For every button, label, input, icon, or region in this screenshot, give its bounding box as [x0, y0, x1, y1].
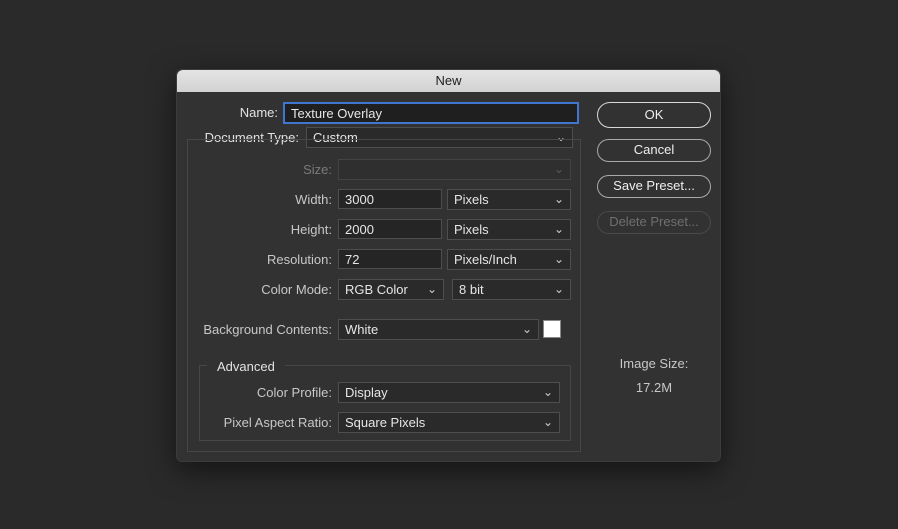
chevron-down-icon: ⌄: [542, 415, 553, 429]
color-profile-value: Display: [345, 385, 388, 400]
image-size-value: 17.2M: [635, 380, 673, 395]
color-mode-value: RGB Color: [345, 282, 408, 297]
height-unit-value: Pixels: [454, 222, 489, 237]
chevron-down-icon: ⌄: [553, 282, 564, 296]
background-contents-select[interactable]: White ⌄: [338, 319, 539, 340]
name-input[interactable]: [283, 102, 579, 124]
height-input[interactable]: [338, 219, 442, 239]
resolution-input[interactable]: [338, 249, 442, 269]
height-unit-select[interactable]: Pixels ⌄: [447, 219, 571, 240]
dialog-title: New: [177, 70, 720, 92]
bit-depth-select[interactable]: 8 bit ⌄: [452, 279, 571, 300]
pixel-aspect-ratio-value: Square Pixels: [345, 415, 426, 430]
resolution-label: Resolution:: [266, 252, 332, 267]
width-unit-value: Pixels: [454, 192, 489, 207]
color-profile-label: Color Profile:: [256, 385, 332, 400]
ok-button[interactable]: OK: [597, 102, 711, 128]
pixel-aspect-ratio-label: Pixel Aspect Ratio:: [223, 415, 332, 430]
chevron-down-icon: ⌄: [542, 385, 553, 399]
chevron-down-icon: ⌄: [553, 222, 564, 236]
width-input[interactable]: [338, 189, 442, 209]
color-mode-label: Color Mode:: [261, 282, 332, 297]
bit-depth-value: 8 bit: [459, 282, 484, 297]
new-document-dialog: New Name: Document Type: Custom ⌄ Size: …: [176, 69, 721, 462]
height-label: Height:: [290, 222, 332, 237]
color-mode-select[interactable]: RGB Color ⌄: [338, 279, 444, 300]
name-label: Name:: [239, 105, 278, 120]
save-preset-button[interactable]: Save Preset...: [597, 175, 711, 198]
chevron-down-icon: ⌄: [553, 162, 564, 176]
color-profile-select[interactable]: Display ⌄: [338, 382, 560, 403]
image-size-label: Image Size:: [619, 356, 689, 371]
chevron-down-icon: ⌄: [553, 252, 564, 266]
resolution-unit-select[interactable]: Pixels/Inch ⌄: [447, 249, 571, 270]
width-label: Width:: [295, 192, 332, 207]
pixel-aspect-ratio-select[interactable]: Square Pixels ⌄: [338, 412, 560, 433]
size-select: ⌄: [338, 159, 571, 180]
chevron-down-icon: ⌄: [426, 282, 437, 296]
width-unit-select[interactable]: Pixels ⌄: [447, 189, 571, 210]
cancel-button[interactable]: Cancel: [597, 139, 711, 162]
delete-preset-button: Delete Preset...: [597, 211, 711, 234]
background-contents-value: White: [345, 322, 379, 337]
advanced-label: Advanced: [207, 359, 285, 374]
background-contents-label: Background Contents:: [203, 322, 332, 337]
chevron-down-icon: ⌄: [521, 322, 532, 336]
background-color-swatch[interactable]: [543, 320, 561, 338]
size-label: Size:: [303, 162, 332, 177]
chevron-down-icon: ⌄: [553, 192, 564, 206]
resolution-unit-value: Pixels/Inch: [454, 252, 517, 267]
